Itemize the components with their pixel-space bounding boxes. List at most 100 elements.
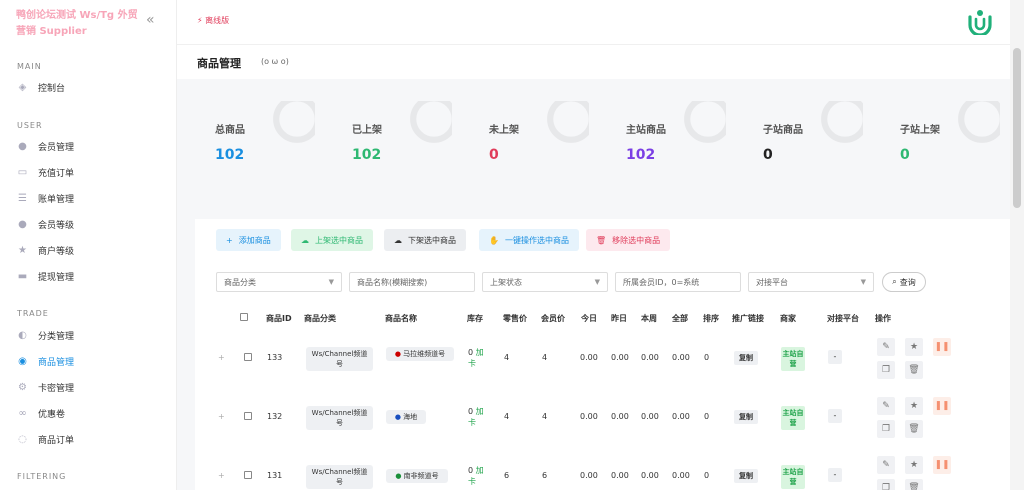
- row-stock: 0 加卡: [468, 407, 484, 427]
- delete-icon[interactable]: 🗑: [905, 420, 923, 438]
- row-member-price: 4: [542, 353, 548, 362]
- status-select[interactable]: 上架状态 ▼: [482, 272, 608, 292]
- row-id: 132: [267, 412, 283, 421]
- row-platform: -: [828, 409, 842, 423]
- th-retail: 零售价: [503, 314, 527, 323]
- edit-icon[interactable]: ✎: [877, 456, 895, 474]
- category-select[interactable]: 商品分类 ▼: [216, 272, 342, 292]
- sidebar-item-orders[interactable]: ◌ 商品订单: [17, 430, 74, 448]
- pause-icon[interactable]: ❚❚: [933, 456, 951, 474]
- shelve-selected-button[interactable]: ☁ 上架选中商品: [291, 229, 373, 251]
- row-category: Ws/Channel频道号: [306, 347, 373, 371]
- stat-sub-shelved: 子站上架 0: [880, 101, 1000, 187]
- row-all: 0.00: [672, 353, 690, 362]
- expand-row-icon[interactable]: +: [218, 353, 225, 362]
- sidebar-item-member-level[interactable]: ● 会员等级: [17, 215, 74, 233]
- plug-icon: ⚡: [197, 16, 203, 25]
- pause-icon[interactable]: ❚❚: [933, 397, 951, 415]
- star-icon: ★: [18, 244, 27, 256]
- select-all-checkbox[interactable]: [240, 313, 248, 321]
- edit-icon[interactable]: ✎: [877, 338, 895, 356]
- star-icon[interactable]: ★: [905, 456, 923, 474]
- sidebar-item-category[interactable]: ◐ 分类管理: [17, 326, 74, 344]
- th-sort: 排序: [703, 314, 719, 323]
- copy-icon[interactable]: ❐: [877, 361, 895, 379]
- member-id-input[interactable]: 所属会员ID，0=系统: [615, 272, 741, 292]
- platform-select[interactable]: 对接平台 ▼: [748, 272, 874, 292]
- edit-icon[interactable]: ✎: [877, 397, 895, 415]
- th-actions: 操作: [875, 314, 891, 323]
- star-icon[interactable]: ★: [905, 338, 923, 356]
- row-week: 0.00: [641, 412, 659, 421]
- row-retail: 4: [504, 353, 510, 362]
- flag-icon: ●: [394, 413, 401, 421]
- stat-total: 总商品 102: [195, 101, 315, 187]
- th-week: 本周: [641, 314, 657, 323]
- unshelve-selected-button[interactable]: ☁ 下架选中商品: [384, 229, 466, 251]
- expand-row-icon[interactable]: +: [218, 471, 225, 480]
- th-yesterday: 昨日: [611, 314, 627, 323]
- row-all: 0.00: [672, 412, 690, 421]
- copy-icon[interactable]: ❐: [877, 420, 895, 438]
- pause-icon[interactable]: ❚❚: [933, 338, 951, 356]
- copy-link-button[interactable]: 复制: [734, 351, 758, 365]
- remove-selected-button[interactable]: 🗑 移除选中商品: [586, 229, 671, 251]
- sidebar-item-coupons[interactable]: ∞ 优惠卷: [17, 404, 65, 422]
- row-yesterday: 0.00: [611, 471, 629, 480]
- stat-bg-icon: [273, 101, 315, 143]
- sidebar-item-bills[interactable]: ☰ 账单管理: [17, 189, 74, 207]
- row-checkbox[interactable]: [244, 353, 252, 361]
- row-checkbox[interactable]: [244, 412, 252, 420]
- row-sort: 0: [704, 353, 710, 362]
- dashboard-icon: ◈: [18, 81, 27, 93]
- row-platform: -: [828, 468, 842, 482]
- user-icon: ●: [18, 140, 27, 152]
- row-stock: 0 加卡: [468, 466, 484, 486]
- chevron-down-icon: ▼: [328, 278, 334, 286]
- th-stock: 库存: [467, 314, 483, 323]
- page-scrollbar[interactable]: [1010, 0, 1024, 490]
- row-retail: 6: [504, 471, 510, 480]
- sidebar-item-cards[interactable]: ⚙ 卡密管理: [17, 378, 74, 396]
- product-name-input[interactable]: 商品名称(模糊搜索): [349, 272, 475, 292]
- query-button[interactable]: ⌕ 查询: [882, 272, 926, 292]
- expand-row-icon[interactable]: +: [218, 412, 225, 421]
- bulk-action-button[interactable]: ✋ 一键操作选中商品: [479, 229, 579, 251]
- row-merchant: 主站自营: [781, 347, 805, 371]
- row-id: 133: [267, 353, 283, 362]
- page-header: 商品管理 (o ω o): [177, 45, 1010, 79]
- sidebar-item-withdraw[interactable]: ▬ 提现管理: [17, 267, 74, 285]
- row-checkbox[interactable]: [244, 471, 252, 479]
- delete-icon[interactable]: 🗑: [905, 361, 923, 379]
- flag-icon: ●: [394, 350, 401, 358]
- row-retail: 4: [504, 412, 510, 421]
- add-product-button[interactable]: + 添加商品: [216, 229, 281, 251]
- row-category: Ws/Channel频道号: [306, 406, 373, 430]
- scrollbar-thumb[interactable]: [1013, 48, 1021, 208]
- section-filtering: FILTERING: [17, 472, 67, 481]
- app-root: 鸭创论坛测试 Ws/Tg 外贸营销 Supplier « MAIN ◈ 控制台 U…: [0, 0, 1024, 490]
- star-icon[interactable]: ★: [905, 397, 923, 415]
- copy-link-button[interactable]: 复制: [734, 469, 758, 483]
- copy-icon[interactable]: ❐: [877, 479, 895, 490]
- brand-logo-icon: [968, 10, 992, 35]
- row-week: 0.00: [641, 471, 659, 480]
- sidebar-item-members[interactable]: ● 会员管理: [17, 137, 74, 155]
- list-icon: ☰: [18, 192, 27, 204]
- th-platform: 对接平台: [827, 314, 859, 323]
- sidebar-item-dashboard[interactable]: ◈ 控制台: [17, 78, 65, 96]
- stat-bg-icon: [410, 101, 452, 143]
- delete-icon[interactable]: 🗑: [905, 479, 923, 490]
- copy-link-button[interactable]: 复制: [734, 410, 758, 424]
- collapse-sidebar-icon[interactable]: «: [146, 12, 155, 28]
- sidebar-item-merchant-level[interactable]: ★ 商户等级: [17, 241, 74, 259]
- flag-icon: ●: [395, 472, 402, 480]
- row-name: ● 海地: [386, 410, 426, 424]
- row-sort: 0: [704, 471, 710, 480]
- sidebar-item-recharge[interactable]: ▭ 充值订单: [17, 163, 74, 181]
- category-icon: ◐: [18, 329, 27, 341]
- offline-badge[interactable]: ⚡ 离线版: [197, 15, 229, 26]
- cloud-up-icon: ☁: [301, 235, 309, 245]
- stat-bg-icon: [821, 101, 863, 143]
- sidebar-item-products[interactable]: ◉ 商品管理: [17, 352, 74, 370]
